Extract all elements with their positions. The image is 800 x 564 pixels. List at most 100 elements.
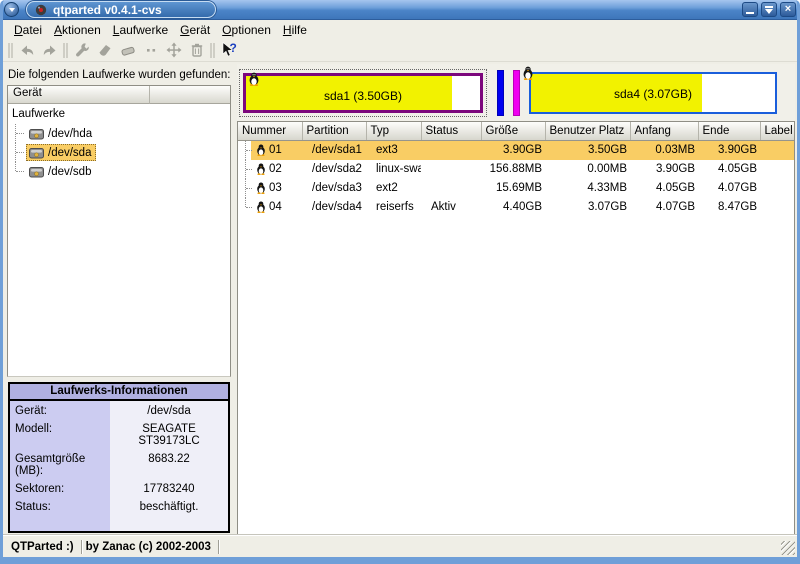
info-value-sektoren: 17783240: [110, 479, 228, 497]
minimize-button[interactable]: [742, 2, 758, 17]
device-tree-body: Laufwerke /dev/hda /dev/sda: [8, 104, 230, 376]
resize-button[interactable]: [139, 40, 162, 61]
status-credit-label: by Zanac (c) 2002-2003: [82, 540, 218, 554]
devices-found-label: Die folgenden Laufwerke wurden gefunden:: [7, 64, 231, 85]
column-header-geraet[interactable]: Gerät: [8, 86, 150, 104]
table-row-sda3[interactable]: 03 /dev/sda3 ext2 15.69MB 4.33MB 4.05GB …: [238, 179, 794, 198]
tree-branch-icon: [15, 162, 26, 181]
drive-info-body: Gerät: /dev/sda Modell: SEAGATE ST39173L…: [10, 401, 228, 531]
partition-bar-sda1[interactable]: sda1 (3.50GB): [239, 69, 487, 117]
move-button[interactable]: [162, 40, 185, 61]
col-header-ende[interactable]: Ende: [698, 122, 760, 140]
info-value-status: beschäftigt.: [110, 497, 228, 515]
trash-icon: [188, 41, 206, 59]
tree-branch-icon: [243, 160, 253, 179]
partition-bar-sda3[interactable]: [513, 70, 520, 116]
menu-hilfe[interactable]: Hilfe: [277, 22, 313, 38]
info-label-geraet: Gerät:: [10, 401, 110, 419]
tree-branch-icon: [15, 143, 26, 162]
qtparted-window: qtparted v0.4.1-cvs × Datei Aktionen Lau…: [0, 0, 800, 564]
maximize-icon: [765, 6, 773, 14]
tree-branch-icon: [243, 179, 253, 198]
tree-item-dev-sdb[interactable]: /dev/sdb: [8, 162, 230, 181]
tree-item-dev-sda[interactable]: /dev/sda: [8, 143, 230, 162]
menubar: Datei Aktionen Laufwerke Gerät Optionen …: [3, 20, 797, 39]
close-button[interactable]: ×: [780, 2, 796, 17]
redo-button[interactable]: [38, 40, 61, 61]
menu-optionen[interactable]: Optionen: [216, 22, 277, 38]
close-icon: ×: [785, 4, 791, 15]
col-header-status[interactable]: Status: [421, 122, 481, 140]
info-label-gesamtgroesse: Gesamtgröße (MB):: [10, 449, 110, 479]
drive-info-title: Laufwerks-Informationen: [10, 384, 228, 401]
titlebar: qtparted v0.4.1-cvs ×: [0, 0, 800, 20]
toolbar-handle[interactable]: [63, 43, 65, 58]
tux-icon: [248, 72, 260, 86]
format-icon: [96, 41, 114, 59]
partition-bar-label: sda1 (3.50GB): [246, 89, 480, 103]
tree-item-dev-hda[interactable]: /dev/hda: [8, 124, 230, 143]
tux-icon: [522, 66, 534, 80]
redo-icon: [41, 41, 59, 59]
format-button[interactable]: [93, 40, 116, 61]
tux-icon: [256, 144, 266, 156]
toolbar-handle[interactable]: [8, 43, 10, 58]
menu-geraet[interactable]: Gerät: [174, 22, 216, 38]
tree-branch-icon: [243, 141, 253, 160]
col-header-partition[interactable]: Partition: [302, 122, 366, 140]
title-capsule: qtparted v0.4.1-cvs: [26, 1, 216, 18]
device-tree-header: Gerät: [8, 86, 230, 104]
col-header-nummer[interactable]: Nummer: [238, 122, 302, 140]
tree-root-laufwerke[interactable]: Laufwerke: [8, 106, 230, 124]
maximize-button[interactable]: [761, 2, 777, 17]
drive-info-panel: Laufwerks-Informationen Gerät: /dev/sda …: [8, 382, 230, 533]
col-header-groesse[interactable]: Größe: [481, 122, 545, 140]
window-menu-button[interactable]: [4, 2, 19, 17]
disk-icon: [29, 165, 44, 178]
tree-branch-icon: [15, 124, 26, 143]
properties-button[interactable]: [70, 40, 93, 61]
info-label-sektoren: Sektoren:: [10, 479, 110, 497]
delete-partition-button[interactable]: [185, 40, 208, 61]
app-icon: [35, 4, 47, 16]
resize-dots-icon: [142, 41, 160, 59]
toolbar-handle[interactable]: [210, 43, 212, 58]
toolbar: ?: [3, 39, 797, 62]
move-icon: [165, 41, 183, 59]
tux-icon: [256, 163, 266, 175]
table-header-row: Nummer Partition Typ Status Größe Benutz…: [238, 122, 794, 140]
menu-aktionen[interactable]: Aktionen: [48, 22, 107, 38]
minimize-icon: [746, 12, 754, 14]
partition-panel: sda1 (3.50GB) sda4 (3.07GB): [237, 64, 795, 535]
col-header-label[interactable]: Label: [760, 122, 794, 140]
col-header-benutzer-platz[interactable]: Benutzer Platz: [545, 122, 630, 140]
tree-branch-icon: [243, 198, 253, 217]
wrench-icon: [73, 41, 91, 59]
undo-button[interactable]: [15, 40, 38, 61]
info-label-modell: Modell:: [10, 419, 110, 449]
info-label-status: Status:: [10, 497, 110, 515]
column-header-empty[interactable]: [150, 86, 230, 104]
status-separator: [218, 540, 219, 554]
partition-table: Nummer Partition Typ Status Größe Benutz…: [237, 121, 795, 535]
info-value-gesamtgroesse: 8683.22: [110, 449, 228, 479]
col-header-typ[interactable]: Typ: [366, 122, 421, 140]
main-area: Die folgenden Laufwerke wurden gefunden:…: [3, 62, 797, 535]
whats-this-button[interactable]: ?: [217, 40, 240, 61]
resize-grip[interactable]: [781, 541, 795, 555]
table-row-sda2[interactable]: 02 /dev/sda2 linux-swap 156.88MB 0.00MB …: [238, 160, 794, 179]
partition-bar-sda2[interactable]: [497, 70, 504, 116]
partition-bar-sda4[interactable]: sda4 (3.07GB): [529, 72, 777, 114]
info-value-geraet: /dev/sda: [110, 401, 228, 419]
device-tree: Gerät Laufwerke /dev/hda: [7, 85, 231, 377]
tux-icon: [256, 201, 266, 213]
device-panel: Die folgenden Laufwerke wurden gefunden:…: [7, 64, 231, 535]
menu-datei[interactable]: Datei: [8, 22, 48, 38]
partition-bar-label: sda4 (3.07GB): [531, 87, 775, 101]
delete-button[interactable]: [116, 40, 139, 61]
table-row-sda4[interactable]: 04 /dev/sda4 reiserfs Aktiv 4.40GB 3.07G…: [238, 198, 794, 217]
table-row-sda1[interactable]: 01 /dev/sda1 ext3 3.90GB 3.50GB 0.03MB 3…: [238, 140, 794, 160]
col-header-anfang[interactable]: Anfang: [630, 122, 698, 140]
disk-icon: [29, 127, 44, 140]
menu-laufwerke[interactable]: Laufwerke: [107, 22, 174, 38]
